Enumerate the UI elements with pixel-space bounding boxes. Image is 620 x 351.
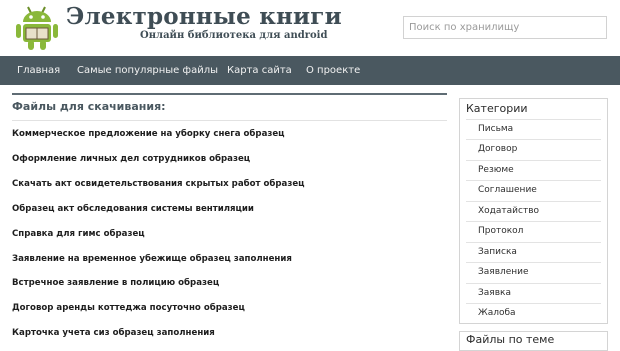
sidebar-item-agreement[interactable]: Соглашение [466, 180, 601, 200]
file-link[interactable]: Заявление на временное убежище образец з… [12, 254, 292, 264]
file-link[interactable]: Карточка учета сиз образец заполнения [12, 328, 215, 338]
divider [12, 120, 447, 121]
sidebar-item-label[interactable]: Протокол [478, 226, 523, 236]
sidebar-item-complaint[interactable]: Жалоба [466, 303, 601, 323]
file-link[interactable]: Договор аренды коттеджа посуточно образе… [12, 303, 245, 313]
sidebar-item-label[interactable]: Соглашение [478, 185, 537, 195]
file-link[interactable]: Скачать акт освидетельствования скрытых … [12, 179, 305, 189]
file-link[interactable]: Справка для гимс образец [12, 229, 145, 239]
sidebar-item-letters[interactable]: Письма [466, 119, 601, 139]
sidebar-item-statement[interactable]: Заявление [466, 262, 601, 282]
sidebar-title: Категории [466, 102, 528, 115]
related-files-sidebar: Файлы по теме [459, 331, 608, 351]
site-header: Электронные книги Онлайн библиотека для … [0, 0, 620, 56]
file-link[interactable]: Оформление личных дел сотрудников образе… [12, 154, 250, 164]
divider [12, 93, 447, 95]
sidebar-item-label[interactable]: Жалоба [478, 308, 516, 318]
sidebar-item-label[interactable]: Письма [478, 124, 513, 134]
file-link[interactable]: Образец акт обследования системы вентиля… [12, 204, 254, 214]
search-input[interactable] [403, 16, 607, 39]
sidebar-item-label[interactable]: Договор [478, 144, 517, 154]
sidebar-item-label[interactable]: Резюме [478, 165, 514, 175]
sidebar-item-protocol[interactable]: Протокол [466, 221, 601, 241]
sidebar-item-application[interactable]: Заявка [466, 283, 601, 303]
android-robot-icon[interactable] [14, 4, 60, 52]
file-link[interactable]: Встречное заявление в полицию образец [12, 278, 219, 288]
sidebar-item-label[interactable]: Заявка [478, 288, 511, 298]
nav-item-about[interactable]: О проекте [306, 56, 360, 85]
sidebar-item-label[interactable]: Записка [478, 247, 517, 257]
sidebar-item-resume[interactable]: Резюме [466, 160, 601, 180]
site-subtitle: Онлайн библиотека для android [140, 30, 328, 41]
nav-item-home[interactable]: Главная [17, 56, 60, 85]
sidebar-item-label[interactable]: Заявление [478, 267, 529, 277]
nav-item-popular[interactable]: Самые популярные файлы [77, 56, 218, 85]
page-title: Файлы для скачивания: [12, 100, 166, 113]
sidebar-title: Файлы по теме [466, 333, 555, 346]
sidebar-item-contract[interactable]: Договор [466, 139, 601, 159]
sidebar-item-label[interactable]: Ходатайство [478, 206, 539, 216]
main-nav: Главная Самые популярные файлы Карта сай… [0, 56, 620, 85]
file-link[interactable]: Коммерческое предложение на уборку снега… [12, 129, 285, 139]
categories-sidebar: Категории Письма Договор Резюме Соглашен… [459, 98, 608, 324]
sidebar-item-petition[interactable]: Ходатайство [466, 201, 601, 221]
site-title[interactable]: Электронные книги [66, 3, 342, 30]
nav-item-sitemap[interactable]: Карта сайта [227, 56, 292, 85]
sidebar-item-note[interactable]: Записка [466, 242, 601, 262]
